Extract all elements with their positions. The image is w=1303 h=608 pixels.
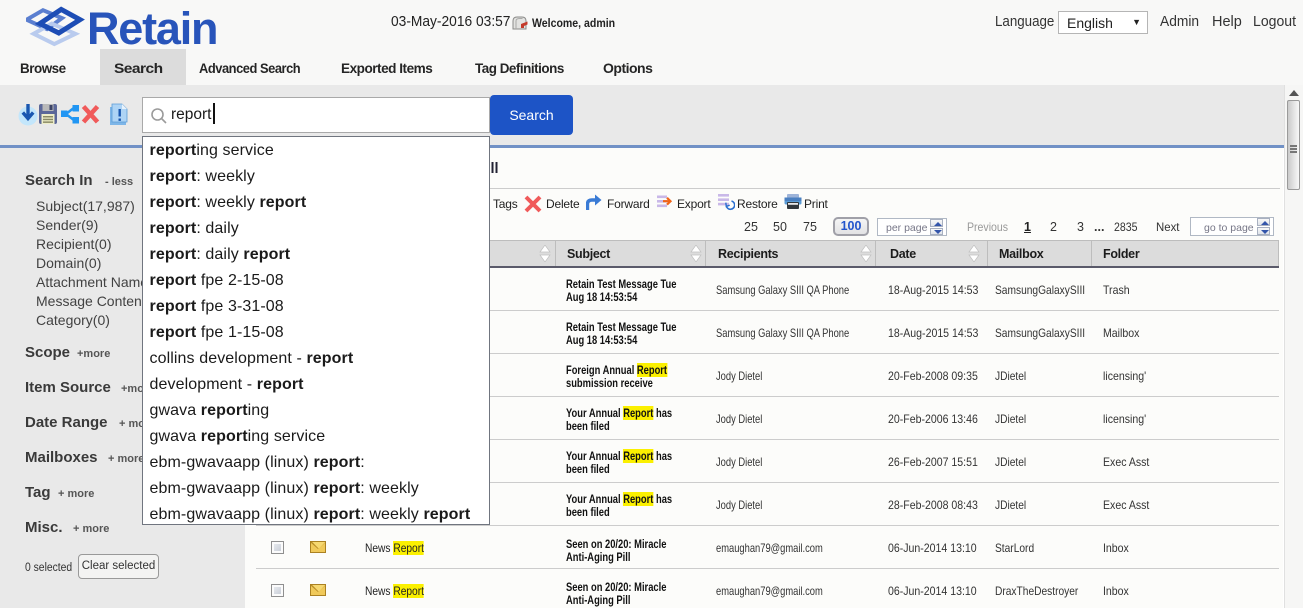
svg-text:Retain: Retain (87, 4, 217, 50)
